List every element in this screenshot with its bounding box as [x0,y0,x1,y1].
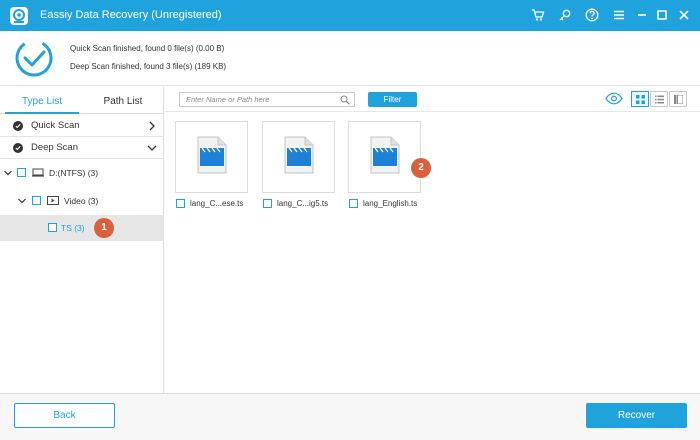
chevron-down-icon[interactable] [3,168,13,178]
preview-eye-icon[interactable] [605,92,623,105]
file-checkbox[interactable] [176,199,185,208]
chevron-right-icon[interactable] [146,120,158,132]
toolbar-divider [165,111,700,112]
video-file-icon [197,136,227,174]
video-label: Video (3) [64,196,99,206]
file-thumbnail[interactable] [175,121,248,193]
drive-label: D:(NTFS) (3) [49,168,99,178]
recover-button[interactable]: Recover [586,403,687,428]
minimize-icon[interactable] [634,7,650,23]
filter-button[interactable]: Filter [368,92,417,107]
file-checkbox[interactable] [349,199,358,208]
window-title: Eassiy Data Recovery (Unregistered) [40,9,222,21]
file-thumbnail[interactable] [348,121,421,193]
file-name: lang_English.ts [363,199,418,208]
quick-scan-status: Quick Scan finished, found 0 file(s) (0.… [70,44,225,53]
sidebar: Type List Path List Quick Scan Deep Scan… [0,87,164,393]
deep-scan-label: Deep Scan [31,142,79,153]
check-dot-icon [13,121,23,131]
deep-scan-status: Deep Scan finished, found 3 file(s) (189… [70,62,227,71]
title-bar: Eassiy Data Recovery (Unregistered) [0,0,700,31]
footer-bar: Back Recover [0,393,700,440]
ts-label: TS (3) [61,223,85,233]
detail-view-icon [674,95,683,104]
chevron-down-icon[interactable] [146,142,158,154]
file-name: lang_C...ese.ts [190,199,244,208]
scan-complete-check-icon [15,39,53,77]
quick-scan-label: Quick Scan [31,120,80,131]
drive-checkbox[interactable] [17,168,26,177]
step-badge-2: 2 [411,158,431,178]
close-icon[interactable] [676,7,692,23]
menu-icon[interactable] [611,7,627,23]
maximize-icon[interactable] [654,7,670,23]
search-box [179,92,355,107]
scan-status-panel: Quick Scan finished, found 0 file(s) (0.… [0,31,700,86]
tree-item-ts[interactable]: TS (3) 1 [0,215,164,241]
grid-view-button[interactable] [631,91,649,107]
tree-item-drive[interactable]: D:(NTFS) (3) [0,160,164,186]
video-file-icon [284,136,314,174]
back-button[interactable]: Back [14,403,115,428]
list-view-button[interactable] [650,91,668,107]
video-checkbox[interactable] [32,196,41,205]
help-icon[interactable] [584,7,600,23]
deep-scan-section[interactable]: Deep Scan [0,137,164,159]
video-file-icon [370,136,400,174]
key-icon[interactable] [557,7,573,23]
file-thumbnail[interactable] [262,121,335,193]
sidebar-tabs: Type List Path List [0,87,164,114]
file-content-panel: Filter lang_C...ese.ts lang_C...ig5.ts l… [165,87,700,393]
cart-icon[interactable] [530,7,546,23]
app-logo-icon [10,7,28,25]
check-dot-icon [13,143,23,153]
search-icon[interactable] [340,95,350,105]
quick-scan-section[interactable]: Quick Scan [0,115,164,137]
list-view-icon [655,95,664,104]
ts-checkbox[interactable] [48,223,57,232]
drive-icon [32,168,44,177]
tab-type-list[interactable]: Type List [5,87,79,114]
tab-path-list[interactable]: Path List [84,87,162,114]
file-checkbox[interactable] [263,199,272,208]
detail-view-button[interactable] [669,91,687,107]
video-icon [47,196,59,205]
step-badge-1: 1 [94,218,114,238]
search-input[interactable] [186,94,336,105]
chevron-down-icon[interactable] [17,196,27,206]
file-name: lang_C...ig5.ts [277,199,329,208]
grid-view-icon [636,95,645,104]
tree-item-video[interactable]: Video (3) [0,188,164,214]
